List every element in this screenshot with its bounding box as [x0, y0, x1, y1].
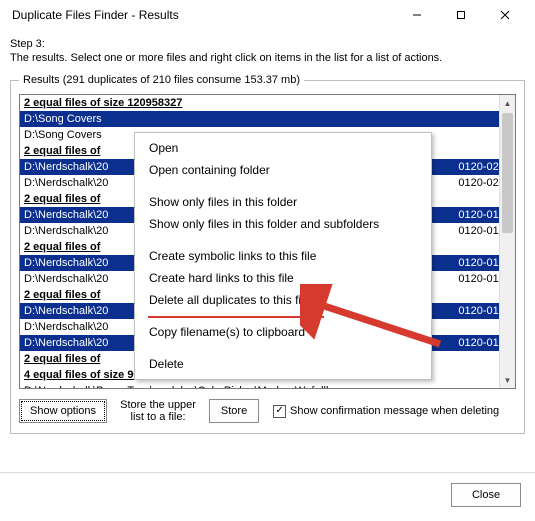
menu-show-subfolders[interactable]: Show only files in this folder and subfo… [135, 213, 431, 235]
menu-copy-clipboard[interactable]: Copy filename(s) to clipboard [135, 321, 431, 343]
menu-show-folder[interactable]: Show only files in this folder [135, 191, 431, 213]
menu-symlink[interactable]: Create symbolic links to this file [135, 245, 431, 267]
footer-separator [0, 472, 535, 473]
list-item[interactable]: D:\Song Covers [20, 111, 515, 127]
menu-open[interactable]: Open [135, 137, 431, 159]
context-menu: Open Open containing folder Show only fi… [134, 132, 432, 380]
list-item[interactable]: D:\Nerdschalk\PowerToys\modules\ColorPic… [20, 383, 515, 388]
close-button[interactable]: Close [451, 483, 521, 507]
results-legend: Results (291 duplicates of 210 files con… [19, 74, 304, 86]
menu-delete[interactable]: Delete [135, 353, 431, 375]
scroll-down-button[interactable]: ▼ [500, 372, 515, 388]
confirm-label: Show confirmation message when deleting [290, 405, 499, 417]
menu-hardlink[interactable]: Create hard links to this file [135, 267, 431, 289]
step-label: Step 3: [10, 38, 525, 50]
scroll-up-button[interactable]: ▲ [500, 95, 515, 111]
minimize-button[interactable] [395, 0, 439, 30]
close-window-button[interactable] [483, 0, 527, 30]
annotation-underline [148, 316, 324, 318]
step-description: The results. Select one or more files an… [10, 52, 525, 64]
scrollbar-vertical[interactable]: ▲ ▼ [499, 95, 515, 388]
menu-delete-duplicates[interactable]: Delete all duplicates to this file [135, 289, 431, 311]
scroll-thumb[interactable] [502, 113, 513, 233]
show-options-button[interactable]: Show options [19, 399, 107, 423]
store-label: Store the upper list to a file: [113, 399, 203, 423]
maximize-button[interactable] [439, 0, 483, 30]
menu-open-folder[interactable]: Open containing folder [135, 159, 431, 181]
confirm-checkbox[interactable]: ✓ [273, 405, 286, 418]
titlebar: Duplicate Files Finder - Results [0, 0, 535, 30]
group-header: 2 equal files of size 120958327 [20, 95, 515, 111]
window-title: Duplicate Files Finder - Results [8, 8, 395, 22]
store-button[interactable]: Store [209, 399, 259, 423]
